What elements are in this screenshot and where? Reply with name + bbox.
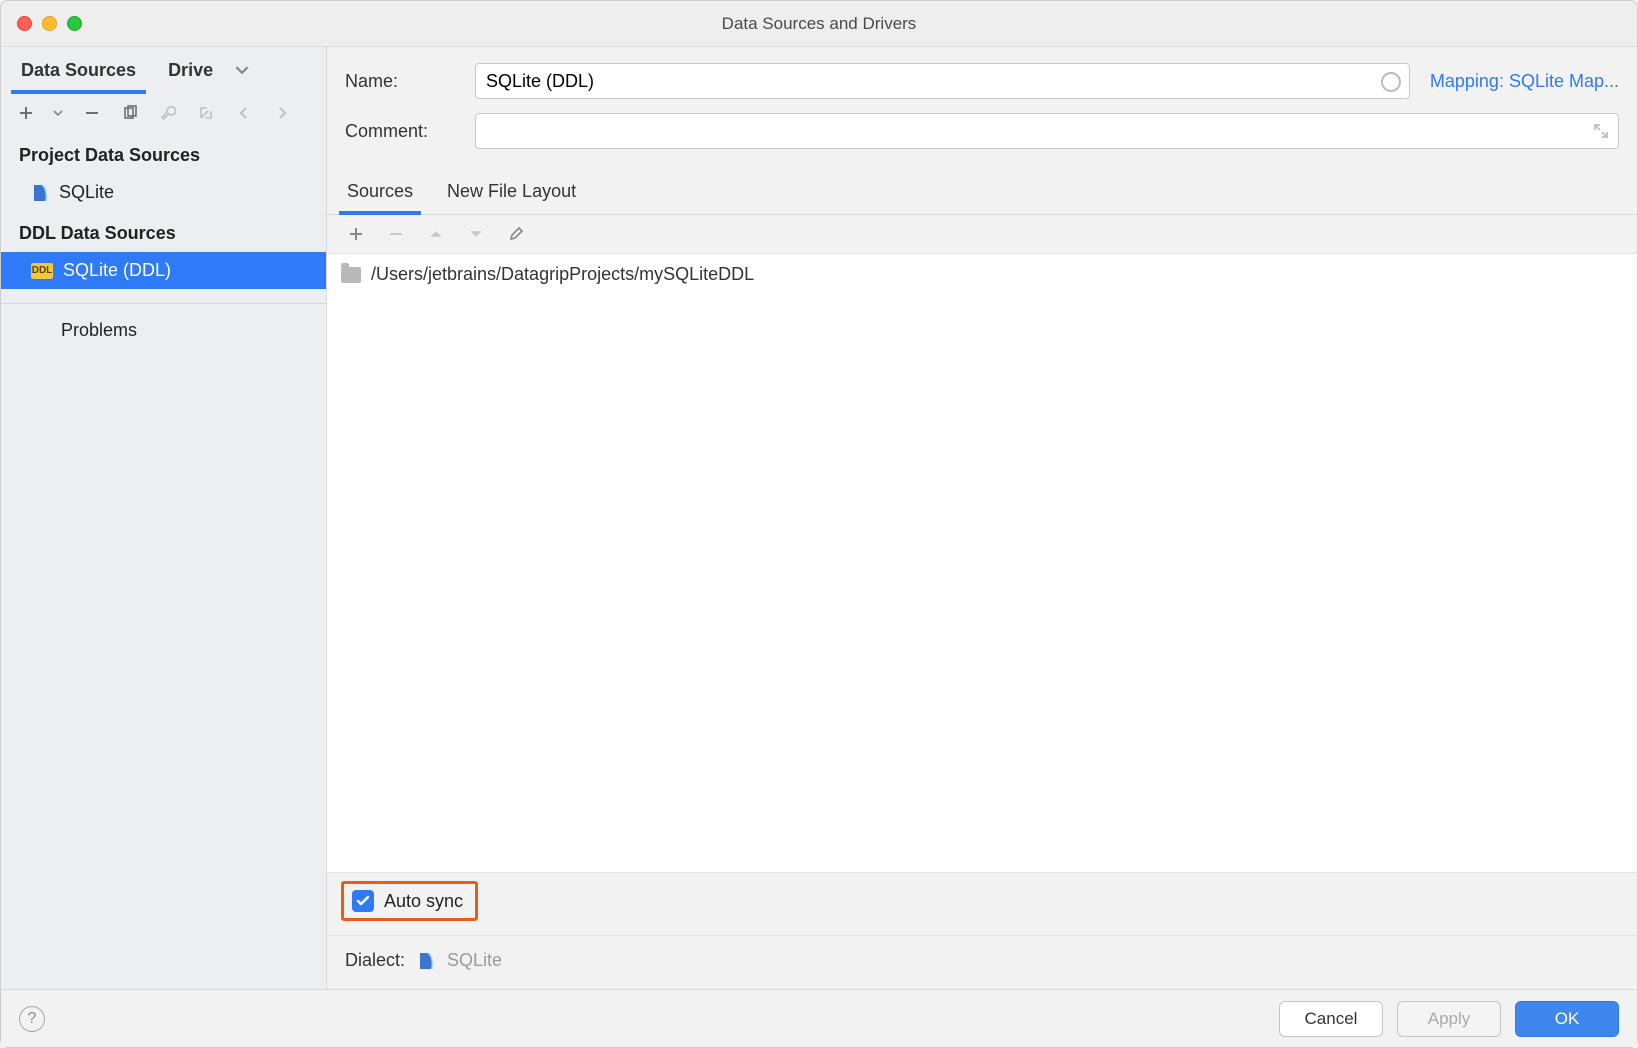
apply-button: Apply bbox=[1397, 1001, 1501, 1037]
folder-icon bbox=[341, 267, 361, 283]
dialog-window: Data Sources and Drivers Data Sources Dr… bbox=[0, 0, 1638, 1048]
autosync-highlight: Auto sync bbox=[341, 881, 478, 921]
copy-datasource-button[interactable] bbox=[119, 102, 141, 124]
main-tabs: Sources New File Layout bbox=[327, 163, 1637, 215]
dialect-label: Dialect: bbox=[345, 950, 405, 971]
comment-label: Comment: bbox=[345, 121, 475, 142]
name-label: Name: bbox=[345, 71, 475, 92]
name-input[interactable] bbox=[486, 71, 1399, 92]
tab-sources[interactable]: Sources bbox=[345, 173, 415, 214]
remove-source-button bbox=[385, 223, 407, 245]
sidebar-tabs: Data Sources Drive bbox=[1, 47, 326, 93]
sources-list: /Users/jetbrains/DatagripProjects/mySQLi… bbox=[327, 254, 1637, 872]
cancel-button[interactable]: Cancel bbox=[1279, 1001, 1383, 1037]
sidebar-toolbar bbox=[1, 93, 326, 133]
comment-input-wrapper bbox=[475, 113, 1619, 149]
autosync-checkbox[interactable] bbox=[352, 890, 374, 912]
comment-input[interactable] bbox=[486, 121, 1608, 142]
autosync-section: Auto sync bbox=[327, 872, 1637, 936]
expand-icon[interactable] bbox=[1592, 122, 1610, 140]
autosync-label: Auto sync bbox=[384, 891, 463, 912]
name-row: Name: Mapping: SQLite Map... bbox=[345, 63, 1619, 99]
add-datasource-button[interactable] bbox=[15, 102, 37, 124]
dialog-footer: ? Cancel Apply OK bbox=[1, 989, 1637, 1047]
sidebar: Data Sources Drive bbox=[1, 47, 327, 989]
sources-toolbar bbox=[327, 215, 1637, 254]
color-picker-icon[interactable] bbox=[1381, 72, 1401, 92]
zoom-window-button[interactable] bbox=[67, 16, 82, 31]
window-title: Data Sources and Drivers bbox=[17, 14, 1621, 34]
add-dropdown-icon[interactable] bbox=[53, 108, 65, 118]
ddl-icon: DDL bbox=[31, 263, 53, 279]
tree-item-label: SQLite bbox=[59, 182, 114, 203]
tabs-overflow-icon[interactable] bbox=[235, 47, 257, 93]
titlebar: Data Sources and Drivers bbox=[1, 1, 1637, 47]
edit-source-button[interactable] bbox=[505, 223, 527, 245]
section-project-data-sources: Project Data Sources bbox=[1, 133, 326, 174]
tree-item-sqlite-ddl[interactable]: DDL SQLite (DDL) bbox=[1, 252, 326, 289]
section-ddl-data-sources: DDL Data Sources bbox=[1, 211, 326, 252]
help-button[interactable]: ? bbox=[19, 1006, 45, 1032]
minimize-window-button[interactable] bbox=[42, 16, 57, 31]
tab-data-sources[interactable]: Data Sources bbox=[11, 47, 146, 93]
comment-row: Comment: bbox=[345, 113, 1619, 149]
source-path: /Users/jetbrains/DatagripProjects/mySQLi… bbox=[371, 264, 754, 285]
dialect-row: Dialect: SQLite bbox=[327, 936, 1637, 989]
tree-item-problems[interactable]: Problems bbox=[1, 312, 326, 349]
source-row[interactable]: /Users/jetbrains/DatagripProjects/mySQLi… bbox=[327, 260, 1637, 289]
make-global-icon bbox=[195, 102, 217, 124]
sidebar-divider bbox=[1, 303, 326, 304]
nav-forward-icon bbox=[271, 102, 293, 124]
add-source-button[interactable] bbox=[345, 223, 367, 245]
wrench-icon bbox=[157, 102, 179, 124]
main-panel: Name: Mapping: SQLite Map... Comment: bbox=[327, 47, 1637, 989]
tree-item-label: SQLite (DDL) bbox=[63, 260, 171, 281]
move-down-icon bbox=[465, 223, 487, 245]
window-controls bbox=[17, 16, 82, 31]
form-area: Name: Mapping: SQLite Map... Comment: bbox=[327, 47, 1637, 163]
tab-new-file-layout[interactable]: New File Layout bbox=[445, 173, 578, 214]
remove-datasource-button[interactable] bbox=[81, 102, 103, 124]
move-up-icon bbox=[425, 223, 447, 245]
tree-item-sqlite[interactable]: SQLite bbox=[1, 174, 326, 211]
sqlite-icon bbox=[31, 184, 49, 202]
tree-item-label: Problems bbox=[61, 320, 137, 341]
dialog-body: Data Sources Drive bbox=[1, 47, 1637, 989]
mapping-link[interactable]: Mapping: SQLite Map... bbox=[1430, 71, 1619, 92]
tab-drivers[interactable]: Drive bbox=[158, 47, 223, 93]
dialect-value[interactable]: SQLite bbox=[447, 950, 502, 971]
close-window-button[interactable] bbox=[17, 16, 32, 31]
nav-back-icon bbox=[233, 102, 255, 124]
sqlite-icon bbox=[417, 952, 435, 970]
name-input-wrapper bbox=[475, 63, 1410, 99]
ok-button[interactable]: OK bbox=[1515, 1001, 1619, 1037]
